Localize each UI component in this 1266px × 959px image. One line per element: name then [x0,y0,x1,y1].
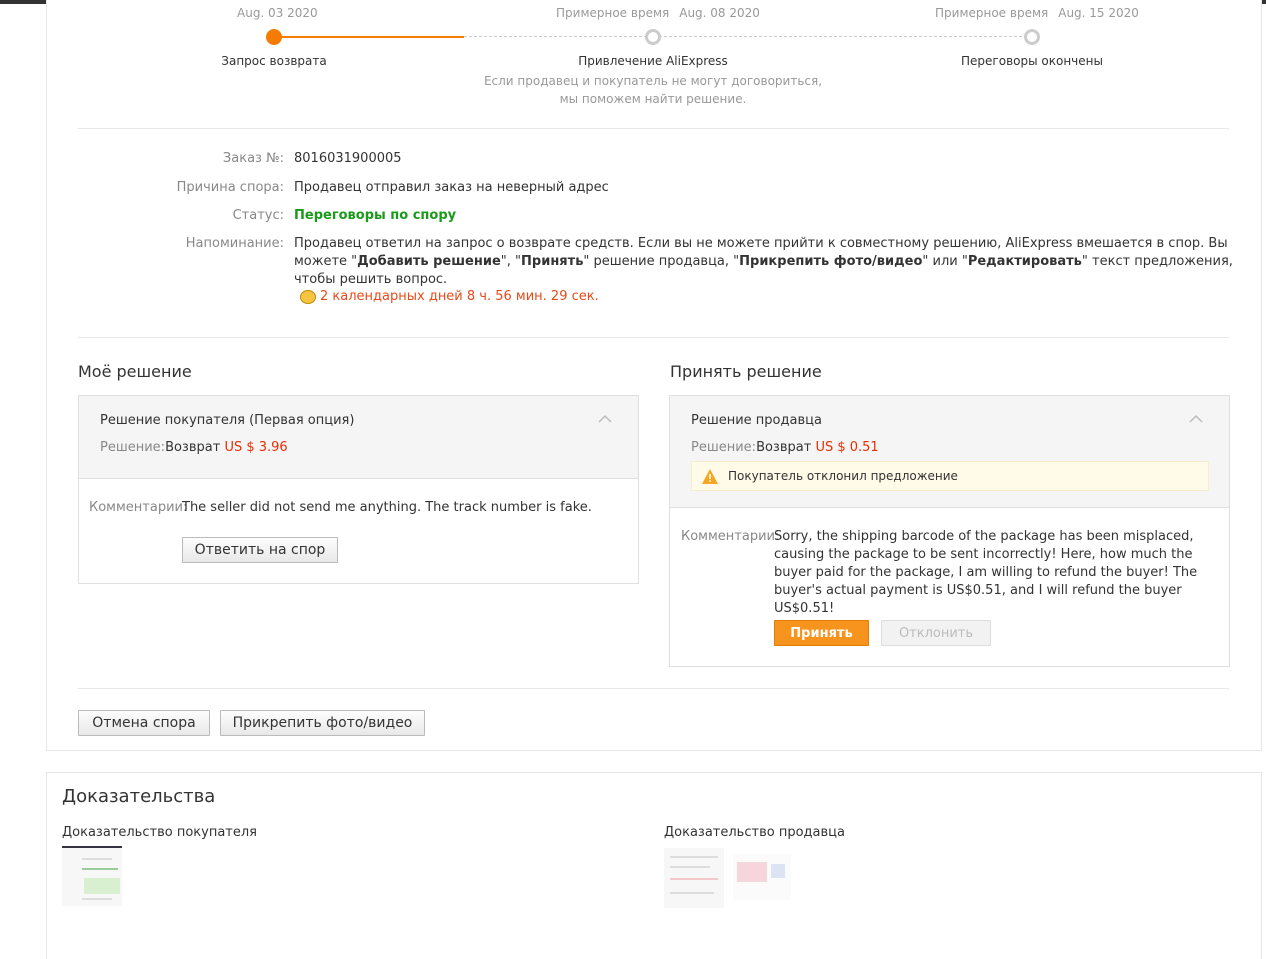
order-label: Заказ №: [222,151,284,166]
my-solution-title: Моё решение [78,362,192,381]
cancel-dispute-button[interactable]: Отмена спора [78,710,210,736]
buyer-solution-title: Решение покупателя (Первая опция) [100,413,355,428]
step-3-date: Примерное время Aug. 15 2020 [935,6,1139,20]
seller-evidence-thumbnail-1[interactable] [664,848,724,908]
countdown-text: 2 календарных дней 8 ч. 56 мин. 29 сек. [320,289,599,304]
divider [78,128,1229,129]
reply-dispute-button[interactable]: Ответить на спор [182,537,338,563]
evidence-title: Доказательства [62,786,216,807]
progress-pending [464,36,1032,37]
seller-evidence-thumbnail-2[interactable] [733,854,791,900]
step-3-label: Переговоры окончены [961,54,1103,68]
divider [78,337,1229,338]
step-1-label: Запрос возврата [221,54,327,68]
decline-button[interactable]: Отклонить [881,620,991,646]
buyer-decision: Решение:Возврат US $ 3.96 [100,440,288,455]
accept-solution-title: Принять решение [670,362,822,381]
progress-done [274,36,464,38]
chevron-up-icon[interactable] [1189,412,1203,426]
seller-comment-label: Комментарии: [681,529,780,544]
buyer-comment-text: The seller did not send me anything. The… [182,500,592,515]
warning-icon [702,469,718,484]
attach-media-button[interactable]: Прикрепить фото/видео [220,710,425,736]
declined-warning: Покупатель отклонил предложение [691,461,1209,491]
accept-button[interactable]: Принять [774,620,869,646]
seller-decision: Решение:Возврат US $ 0.51 [691,440,879,455]
status-value: Переговоры по спору [294,208,457,223]
reminder-text: Продавец ответил на запрос о возврате ср… [294,236,1233,287]
buyer-evidence-thumbnail[interactable] [62,846,122,906]
seller-comment-text: Sorry, the shipping barcode of the packa… [774,529,1198,616]
step-1-dot [266,29,282,45]
warning-text: Покупатель отклонил предложение [728,469,958,483]
clock-icon [300,289,316,304]
order-number: 8016031900005 [294,151,402,166]
seller-solution-title: Решение продавца [691,413,822,428]
reason-value: Продавец отправил заказ на неверный адре… [294,180,609,195]
status-label: Статус: [232,208,284,223]
reason-label: Причина спора: [176,180,284,195]
step-2-description: Если продавец и покупатель не могут дого… [483,74,823,106]
seller-solution-header: Решение продавца Решение:Возврат US $ 0.… [670,396,1229,508]
step-3-dot [1024,29,1040,45]
step-2-dot [645,29,661,45]
step-2-label: Привлечение AliExpress [578,54,728,68]
reminder-label: Напоминание: [185,236,284,251]
buyer-solution-card: Решение покупателя (Первая опция) Решени… [78,395,639,584]
step-1-date: Aug. 03 2020 [237,6,318,20]
buyer-solution-header: Решение покупателя (Первая опция) Решени… [79,396,638,479]
buyer-comment-label: Комментарии: [89,500,188,515]
seller-evidence-label: Доказательство продавца [664,825,845,840]
seller-solution-card: Решение продавца Решение:Возврат US $ 0.… [669,395,1230,667]
chevron-up-icon[interactable] [598,412,612,426]
countdown-timer: 2 календарных дней 8 ч. 56 мин. 29 сек. [300,289,599,304]
step-2-date: Примерное время Aug. 08 2020 [556,6,760,20]
buyer-evidence-label: Доказательство покупателя [62,825,257,840]
evidence-panel [46,772,1262,959]
divider [78,688,1229,689]
